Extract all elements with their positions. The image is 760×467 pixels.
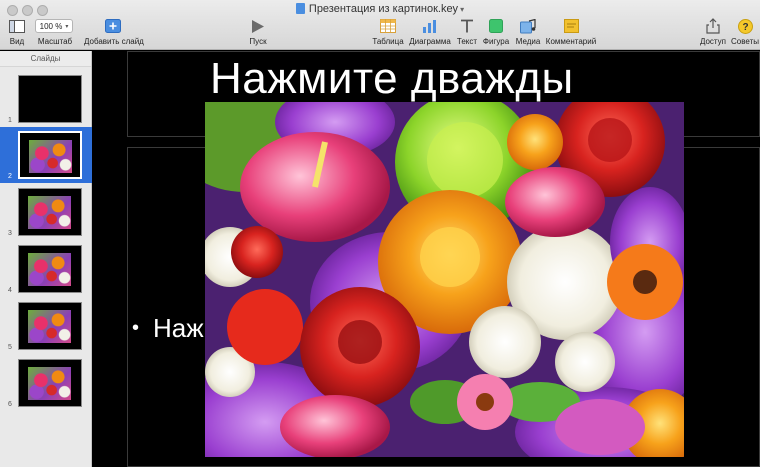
help-icon: ?: [730, 17, 760, 35]
flower-thumbnail-image: [28, 367, 71, 400]
slide-navigator: Слайды 1 2 3 4 5 6: [0, 51, 92, 467]
slide-thumb-preview: [18, 245, 82, 293]
flower-thumbnail-image: [28, 196, 71, 229]
zoom-label: Масштаб: [37, 37, 73, 46]
slide-number: 3: [8, 230, 12, 237]
slide-thumb-preview: [18, 188, 82, 236]
chart-button[interactable]: Диаграмма: [408, 17, 452, 46]
svg-text:?: ?: [742, 22, 748, 33]
shape-icon: [481, 17, 511, 35]
flower-photo[interactable]: [205, 102, 684, 457]
slide-thumbnail-2[interactable]: 2: [0, 127, 92, 183]
keynote-document-icon: [295, 3, 305, 14]
flower-thumbnail-image: [28, 253, 71, 286]
table-button[interactable]: Таблица: [371, 17, 405, 46]
flower-thumbnail-image: [28, 310, 71, 343]
chart-icon: [408, 17, 452, 35]
shape-label: Фигура: [482, 37, 510, 46]
slide-thumbnail-3[interactable]: 3: [0, 184, 92, 240]
play-label: Пуск: [249, 37, 267, 46]
comment-button[interactable]: Комментарий: [545, 17, 597, 46]
slide-number: 5: [8, 344, 12, 351]
media-button[interactable]: Медиа: [514, 17, 542, 46]
slide-number: 2: [8, 173, 12, 180]
view-button[interactable]: Вид: [6, 17, 28, 46]
chart-label: Диаграмма: [409, 37, 451, 46]
slide-navigator-title: Слайды: [0, 51, 91, 67]
slide-number: 4: [8, 287, 12, 294]
play-button[interactable]: Пуск: [246, 17, 270, 46]
slide-thumb-preview: [18, 75, 82, 123]
share-button[interactable]: Доступ: [698, 17, 728, 46]
slide-body-bullet[interactable]: • Наж: [132, 313, 204, 344]
comment-label: Комментарий: [545, 37, 597, 46]
view-icon: [6, 17, 28, 35]
comment-icon: [545, 17, 597, 35]
document-name: Презентация из картинок.key: [308, 3, 459, 15]
chevron-down-icon: ▾: [460, 5, 465, 14]
slide-title[interactable]: Нажмите дважды: [210, 54, 574, 104]
slide-thumb-preview: [18, 359, 82, 407]
tips-label: Советы: [731, 37, 759, 46]
add-slide-label: Добавить слайд: [84, 37, 144, 46]
add-slide-icon: [84, 17, 142, 35]
view-label: Вид: [9, 37, 25, 46]
zoom-chevron-icon: ▾: [65, 23, 69, 30]
shape-button[interactable]: Фигура: [481, 17, 511, 46]
zoom-select[interactable]: 100 % ▾: [35, 19, 73, 33]
text-button[interactable]: Текст: [456, 17, 478, 46]
share-label: Доступ: [699, 37, 727, 46]
media-icon: [514, 17, 542, 35]
slide-thumbnail-6[interactable]: 6: [0, 355, 92, 411]
text-label: Текст: [456, 37, 478, 46]
slide-number: 1: [8, 117, 12, 124]
slide-thumbnail-5[interactable]: 5: [0, 298, 92, 354]
zoom-control[interactable]: 100 % ▾ Масштаб: [35, 17, 75, 46]
body-text: Наж: [153, 313, 204, 343]
table-icon: [371, 17, 405, 35]
flower-thumbnail-image: [29, 140, 72, 173]
media-label: Медиа: [515, 37, 541, 46]
slide-thumb-preview: [18, 302, 82, 350]
slide-number: 6: [8, 401, 12, 408]
toolbar: Презентация из картинок.key ▾ Вид 100 % ▾…: [0, 0, 760, 50]
slide-thumbnail-4[interactable]: 4: [0, 241, 92, 297]
add-slide-button[interactable]: Добавить слайд: [84, 17, 144, 46]
table-label: Таблица: [372, 37, 404, 46]
share-icon: [698, 17, 728, 35]
zoom-value: 100 %: [39, 21, 63, 31]
bullet-glyph: •: [132, 317, 140, 339]
tips-button[interactable]: ? Советы: [730, 17, 760, 46]
text-icon: [456, 17, 478, 35]
play-icon: [246, 17, 270, 35]
slide-thumbnail-1[interactable]: 1: [0, 71, 92, 127]
slide-thumb-preview: [18, 131, 82, 179]
window-title[interactable]: Презентация из картинок.key ▾: [0, 3, 760, 15]
